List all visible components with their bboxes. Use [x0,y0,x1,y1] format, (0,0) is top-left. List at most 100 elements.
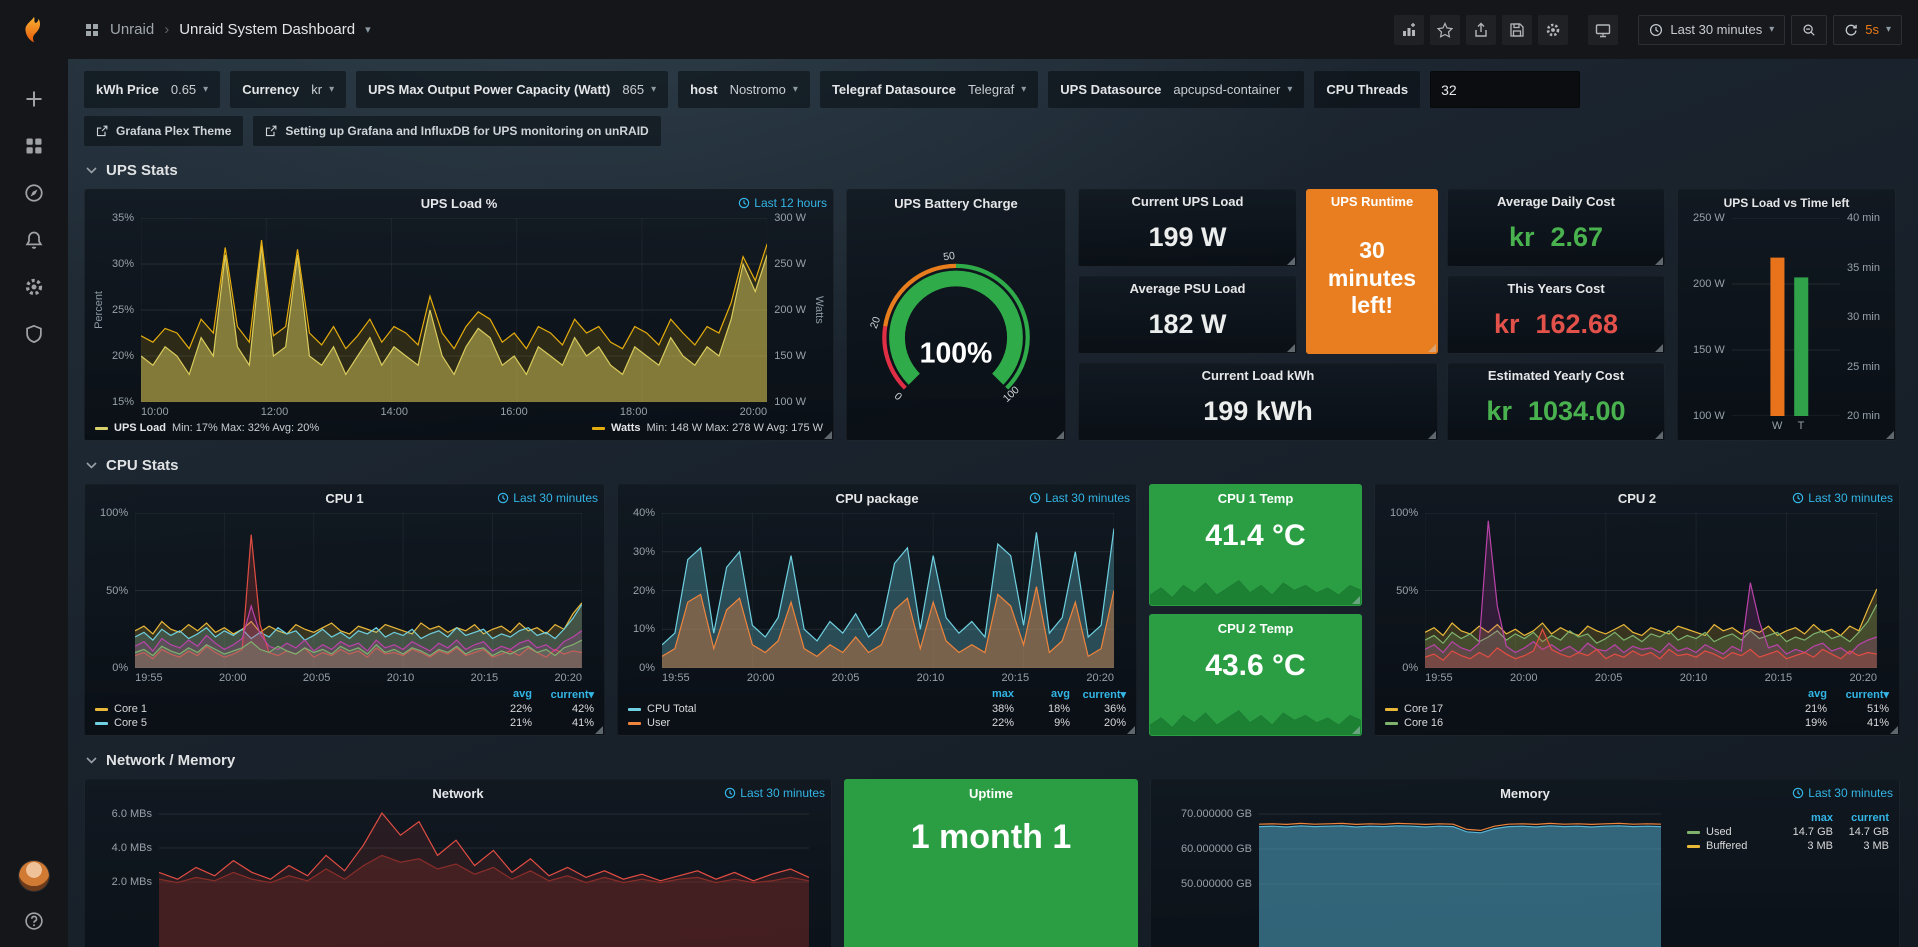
panel-title[interactable]: CPU 2 Temp [1218,621,1294,636]
legend-series[interactable]: Core 16 [1385,717,1765,729]
legend-series[interactable]: Buffered [1687,840,1777,852]
panel-title[interactable]: Average Daily Cost [1497,194,1615,209]
legend-header[interactable]: current▾ [1070,688,1126,701]
panel-title[interactable]: UPS Battery Charge [894,196,1018,211]
panel-header: CPU 1 Last 30 minutes [85,485,604,511]
legend-series[interactable]: Core 17 [1385,703,1765,715]
user-avatar[interactable] [19,861,49,891]
star-button[interactable] [1430,15,1460,45]
sidebar-item-help[interactable] [24,911,44,931]
refresh-picker[interactable]: 5s ▾ [1833,15,1902,45]
variable-ups-datasource[interactable]: UPS Datasource apcupsd-container▾ [1048,71,1304,108]
legend-marker [95,722,108,725]
shield-icon [24,324,44,344]
sidebar-item-server-admin[interactable] [24,324,44,344]
cycle-view-mode-button[interactable] [1588,15,1618,45]
variable-value: apcupsd-container [1173,82,1280,97]
variable-kwh-price[interactable]: kWh Price 0.65▾ [84,71,220,108]
legend-header[interactable]: current▾ [1827,688,1889,701]
dashboard-dropdown-caret[interactable]: ▾ [365,23,371,36]
legend-header[interactable]: current [1833,812,1889,824]
panel-cpu1-temp: CPU 1 Temp 41.4 °C [1149,484,1362,606]
legend-header[interactable]: avg [1014,688,1070,701]
legend-label: Core 5 [114,717,147,729]
sidebar-item-alerting[interactable] [24,230,44,250]
legend-header[interactable]: avg [470,688,532,701]
grafana-logo[interactable] [0,0,68,59]
time-override-badge: Last 30 minutes [1792,786,1893,800]
panel-title[interactable]: UPS Load % [421,196,498,211]
panel-title[interactable]: This Years Cost [1507,281,1604,296]
dashboard-settings-button[interactable] [1538,15,1568,45]
panel-title[interactable]: CPU 1 Temp [1218,491,1294,506]
panel-network: Network Last 30 minutes 6.0 MBs4.0 MBs2.… [84,779,832,947]
add-panel-button[interactable] [1394,15,1424,45]
variable-telegraf-datasource[interactable]: Telegraf Datasource Telegraf▾ [820,71,1038,108]
panel-title[interactable]: UPS Load vs Time left [1724,196,1850,210]
legend-header[interactable]: avg [1765,688,1827,701]
panel-title[interactable]: Uptime [969,786,1013,801]
sidebar-item-explore[interactable] [24,183,44,203]
save-button[interactable] [1502,15,1532,45]
panel-title[interactable]: Current UPS Load [1132,194,1244,209]
panel-title[interactable]: Current Load kWh [1202,368,1315,383]
share-button[interactable] [1466,15,1496,45]
panel-title[interactable]: CPU 2 [1618,491,1656,506]
legend-item[interactable]: WattsMin: 148 W Max: 278 W Avg: 175 W [592,422,823,434]
panel-cpu1: CPU 1 Last 30 minutes 100%50%0%19:5520:0… [84,484,605,736]
legend-header[interactable]: max [1777,812,1833,824]
panel-title[interactable]: Network [432,786,483,801]
compass-icon [24,183,44,203]
legend-label: Watts [611,422,641,434]
ups-stat-grid: Current UPS Load 199 W UPS Runtime 30 mi… [1078,189,1665,441]
legend-series[interactable]: Core 1 [95,703,470,715]
variable-currency[interactable]: Currency kr▾ [230,71,346,108]
sidebar-item-create[interactable] [24,89,44,109]
panel-title[interactable]: Memory [1500,786,1550,801]
legend-series[interactable]: Used [1687,826,1777,838]
panel-title[interactable]: CPU package [835,491,918,506]
cpu-threads-input[interactable] [1430,71,1580,108]
section-title: UPS Stats [106,162,178,179]
time-range-picker[interactable]: Last 30 minutes ▾ [1638,15,1785,45]
breadcrumb-folder[interactable]: Unraid [110,21,154,38]
panel-title[interactable]: UPS Runtime [1331,194,1413,209]
sidebar-item-configuration[interactable] [24,277,44,297]
chart-plot [662,513,1114,668]
legend-series[interactable]: User [628,717,958,729]
spacer [1687,812,1777,824]
chevron-down-icon: ▾ [329,84,334,95]
stat-value: kr2.67 [1448,212,1664,266]
variable-ups-max-output[interactable]: UPS Max Output Power Capacity (Watt) 865… [356,71,668,108]
legend-header[interactable]: max [958,688,1014,701]
panel-title[interactable]: Average PSU Load [1130,281,1246,296]
y-axis-ticks: 250 W200 W150 W100 W [1693,213,1725,421]
chevron-down-icon [86,757,97,764]
panel-current-ups-load: Current UPS Load 199 W [1078,189,1297,267]
panel-title[interactable]: CPU 1 [325,491,363,506]
panel-header: Average PSU Load [1079,277,1296,299]
section-header-cpu-stats[interactable]: CPU Stats [86,457,1902,474]
link-grafana-plex-theme[interactable]: Grafana Plex Theme [84,116,243,146]
section-header-network-memory[interactable]: Network / Memory [86,752,1902,769]
x-tick: 20:20 [1849,672,1877,684]
clock-icon [738,197,750,209]
zoom-out-button[interactable] [1791,15,1827,45]
clock-icon [1649,23,1663,37]
legend-header[interactable]: current▾ [532,688,594,701]
link-ups-monitoring-guide[interactable]: Setting up Grafana and InfluxDB for UPS … [253,116,660,146]
legend-value: 36% [1070,703,1126,715]
legend-series[interactable]: Core 5 [95,717,470,729]
legend-item[interactable]: UPS LoadMin: 17% Max: 32% Avg: 20% [95,422,319,434]
cpu-package-legend: maxavgcurrent▾CPU Total38%18%36%User22%9… [626,684,1128,729]
y-tick: 25% [112,305,134,315]
variable-host[interactable]: host Nostromo▾ [678,71,810,108]
time-override-badge: Last 30 minutes [724,786,825,800]
section-header-ups-stats[interactable]: UPS Stats [86,162,1902,179]
panel-title[interactable]: Estimated Yearly Cost [1488,368,1624,383]
breadcrumb-dashboard-title[interactable]: Unraid System Dashboard [179,21,355,38]
variable-value: 0.65 [171,82,196,97]
sidebar-item-dashboards[interactable] [24,136,44,156]
legend-series[interactable]: CPU Total [628,703,958,715]
legend-label: Core 16 [1404,717,1443,729]
